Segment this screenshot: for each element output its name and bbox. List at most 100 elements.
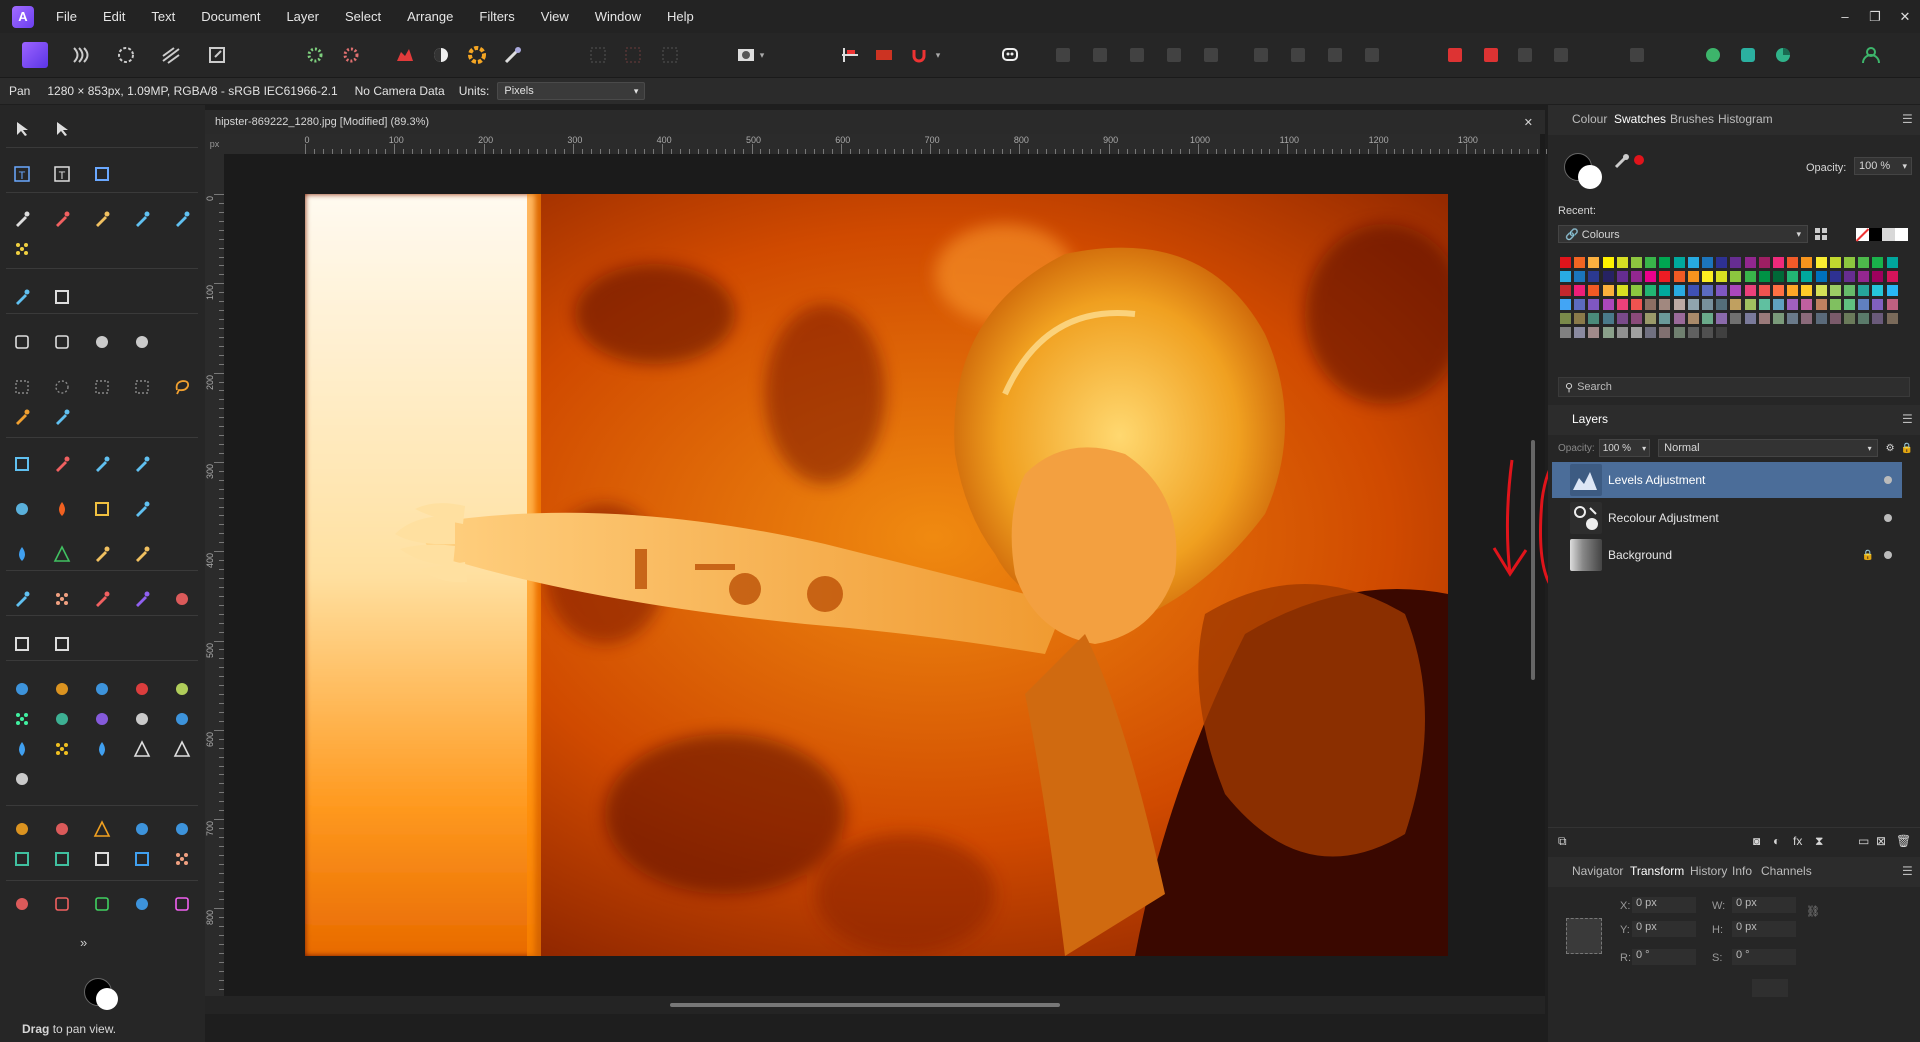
colour-swatch[interactable] (1886, 313, 1898, 324)
auto-adjust-icon[interactable] (500, 42, 526, 68)
colour-swatch[interactable] (1616, 285, 1628, 296)
mesh-warp-tool-icon[interactable] (48, 630, 76, 658)
mixer-brush-tool-icon[interactable] (128, 205, 156, 233)
shape-tool-icon[interactable] (128, 328, 156, 356)
magic-wand-tool-icon[interactable] (48, 403, 76, 431)
menu-file[interactable]: File (56, 9, 77, 24)
move-tool-icon[interactable] (8, 115, 36, 143)
median-tool-icon[interactable] (88, 540, 116, 568)
colour-swatch[interactable] (1815, 271, 1827, 282)
menu-help[interactable]: Help (667, 9, 694, 24)
align-1-icon[interactable] (1248, 42, 1274, 68)
insert-target-icon[interactable] (1624, 42, 1650, 68)
boolean-subtract-icon[interactable] (1478, 42, 1504, 68)
column-marquee-tool-icon[interactable] (88, 373, 116, 401)
layer-visibility-dot[interactable] (1884, 551, 1892, 559)
colour-swatch[interactable] (1744, 271, 1756, 282)
healing-brush-tool-icon[interactable] (8, 585, 36, 613)
colour-swatch[interactable] (1631, 285, 1642, 296)
colour-swatch[interactable] (1673, 257, 1685, 268)
blend-mode-dropdown[interactable]: Normal ▾ (1658, 439, 1878, 457)
colour-swatch[interactable] (1744, 257, 1756, 268)
quick-mask-dropdown-icon[interactable]: ▾ (755, 42, 769, 68)
pattern-16-icon[interactable] (8, 765, 36, 793)
colour-swatch[interactable] (1758, 313, 1770, 324)
swatch-5-icon[interactable] (168, 890, 196, 918)
colour-swatch[interactable] (1858, 271, 1870, 282)
boolean-intersect-icon[interactable] (1512, 42, 1538, 68)
colour-swatch[interactable] (1801, 313, 1813, 324)
dodge-tool-icon[interactable] (128, 540, 156, 568)
colour-swatch[interactable] (1616, 299, 1628, 310)
vertical-scrollbar[interactable] (1528, 140, 1538, 995)
h-field[interactable]: 0 px (1732, 921, 1796, 937)
pie-icon[interactable] (1770, 42, 1796, 68)
colour-swatch[interactable] (1886, 257, 1898, 268)
colour-swatch[interactable] (1844, 313, 1855, 324)
align-4-icon[interactable] (1359, 42, 1385, 68)
arrange-3-icon[interactable] (1124, 42, 1150, 68)
units-dropdown[interactable]: Pixels ▾ (497, 82, 646, 100)
rect-marquee-tool-icon[interactable] (8, 373, 36, 401)
colour-swatch[interactable] (1560, 257, 1571, 268)
eyedropper-icon[interactable] (1612, 151, 1632, 174)
gradient-4-icon[interactable] (128, 815, 156, 843)
colour-swatch[interactable] (1758, 271, 1770, 282)
colour-swatch[interactable] (1659, 299, 1671, 310)
row-marquee-tool-icon[interactable] (128, 373, 156, 401)
colour-swatch[interactable] (1560, 285, 1571, 296)
export-persona-icon[interactable] (204, 42, 230, 68)
restore-button[interactable]: ❐ (1860, 0, 1890, 33)
colour-swatch[interactable] (1631, 313, 1642, 324)
colour-swatch[interactable] (1829, 299, 1841, 310)
colour-swatch[interactable] (1773, 313, 1784, 324)
document-tab[interactable]: hipster-869222_1280.jpg [Modified] (89.3… (205, 110, 1545, 134)
colour-swatch[interactable] (1602, 327, 1614, 338)
gradient-5-icon[interactable] (168, 815, 196, 843)
colour-swatch[interactable] (1716, 271, 1728, 282)
menu-edit[interactable]: Edit (103, 9, 125, 24)
palette-grid-icon[interactable] (1814, 227, 1828, 241)
recent-black[interactable] (1869, 228, 1882, 241)
colour-swatch[interactable] (1602, 299, 1614, 310)
colour-swatch[interactable] (1773, 299, 1784, 310)
tab-navigator[interactable]: Navigator (1572, 864, 1623, 878)
transform-menu-icon[interactable]: ☰ (1902, 864, 1913, 878)
colour-swatch[interactable] (1758, 285, 1770, 296)
colour-swatch[interactable] (1716, 299, 1728, 310)
colour-swatch[interactable] (1659, 257, 1671, 268)
sponge-tool-icon[interactable] (88, 495, 116, 523)
swatch-3-icon[interactable] (88, 890, 116, 918)
swatch-4-icon[interactable] (128, 890, 156, 918)
assistant-gear-icon[interactable] (338, 42, 364, 68)
colour-swatch[interactable] (1872, 285, 1884, 296)
layer-lock-icon[interactable]: 🔒 (1901, 443, 1913, 454)
selection-brush-tool-icon[interactable] (8, 403, 36, 431)
select-all-icon[interactable] (585, 42, 611, 68)
smudge-tool-icon[interactable] (168, 205, 196, 233)
colour-swatch[interactable] (1773, 271, 1784, 282)
arrange-5-icon[interactable] (1198, 42, 1224, 68)
colour-swatch[interactable] (1574, 271, 1586, 282)
swatch-1-icon[interactable] (8, 890, 36, 918)
red-eye-tool-icon[interactable] (168, 585, 196, 613)
colour-swatch[interactable] (1616, 271, 1628, 282)
swatch-search-input[interactable]: ⚲ Search (1558, 377, 1910, 397)
colour-swatch[interactable] (1687, 313, 1699, 324)
colour-swatch[interactable] (1588, 299, 1600, 310)
menu-layer[interactable]: Layer (286, 9, 319, 24)
palette-dropdown[interactable]: 🔗 Colours ▾ (1558, 225, 1808, 243)
align-2-icon[interactable] (1285, 42, 1311, 68)
colour-swatch[interactable] (1659, 285, 1671, 296)
tab-transform[interactable]: Transform (1630, 864, 1684, 878)
tab-histogram[interactable]: Histogram (1718, 112, 1773, 126)
flood-select-tool-icon[interactable] (8, 235, 36, 263)
colour-swatch[interactable] (1588, 271, 1600, 282)
more-tools-button[interactable]: » (80, 935, 87, 950)
pattern-9-icon[interactable] (128, 705, 156, 733)
colour-swatch[interactable] (1602, 257, 1614, 268)
colour-chips[interactable] (78, 970, 122, 1014)
colour-swatch[interactable] (1659, 271, 1671, 282)
colour-swatch[interactable] (1616, 327, 1628, 338)
blemish-tool-icon[interactable] (88, 585, 116, 613)
